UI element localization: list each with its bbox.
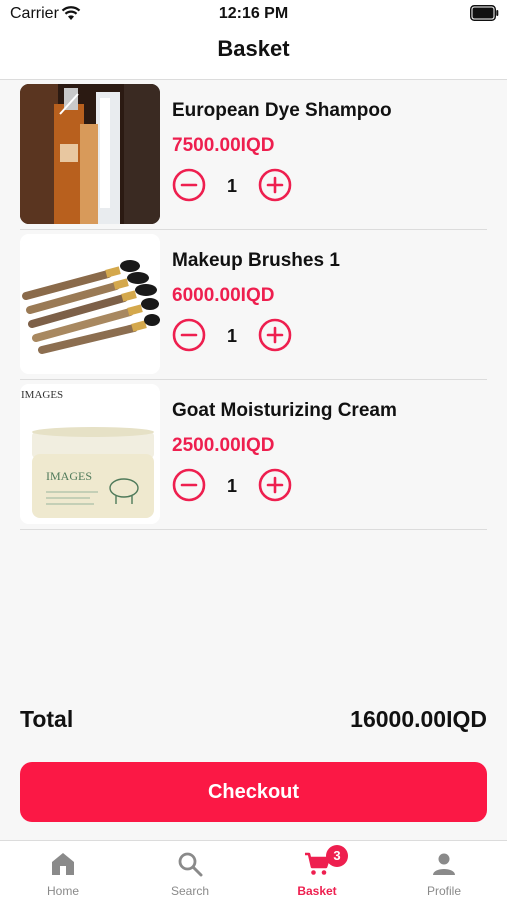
increase-quantity-button[interactable] (258, 168, 292, 202)
quantity-value: 1 (226, 476, 237, 496)
tab-basket[interactable]: 3 Basket (254, 841, 380, 900)
increase-quantity-button[interactable] (258, 318, 292, 352)
product-price: 6000.00IQD (172, 285, 275, 306)
total-value: 16000.00IQD (350, 706, 487, 732)
total-label: Total (20, 706, 74, 732)
status-bar: Carrier 12:16 PM (0, 0, 507, 28)
checkout-button[interactable]: Checkout (20, 762, 487, 822)
tab-label: Search (170, 884, 210, 898)
tab-search[interactable]: Search (127, 841, 253, 900)
home-icon (52, 853, 74, 875)
basket-item: European Dye Shampoo 7500.00IQD 1 (20, 80, 487, 230)
product-image-goat-cream[interactable]: IMAGES IMAGES (20, 384, 160, 524)
decrease-quantity-button[interactable] (172, 468, 206, 502)
basket-item: IMAGES IMAGES Goat Moisturizing Cream 25… (20, 380, 487, 530)
tab-label: Profile (426, 884, 461, 898)
product-name: European Dye Shampoo (172, 100, 392, 121)
tab-label: Home (46, 884, 79, 898)
battery-icon (470, 5, 499, 21)
tab-profile[interactable]: Profile (381, 841, 507, 900)
jar-label-text: IMAGES (46, 469, 92, 483)
product-price: 7500.00IQD (172, 135, 275, 156)
cart-count-badge: 3 (326, 845, 348, 867)
product-name: Makeup Brushes 1 (172, 250, 340, 271)
decrease-quantity-button[interactable] (172, 318, 206, 352)
tab-bar: Home Search 3 Basket Profile (0, 840, 507, 900)
product-price: 2500.00IQD (172, 435, 275, 456)
increase-quantity-button[interactable] (258, 468, 292, 502)
tab-home[interactable]: Home (0, 841, 126, 900)
product-image-makeup-brushes[interactable] (20, 234, 160, 374)
status-time: 12:16 PM (218, 5, 289, 22)
profile-icon (433, 853, 455, 875)
navigation-bar: Carrier 12:16 PM Basket (0, 0, 507, 80)
page-title: Basket (217, 36, 290, 61)
basket-screen: Carrier 12:16 PM Basket European Dye Sha… (0, 0, 507, 900)
basket-item: Makeup Brushes 1 6000.00IQD 1 (20, 230, 487, 380)
decrease-quantity-button[interactable] (172, 168, 206, 202)
quantity-value: 1 (226, 176, 237, 196)
product-name: Goat Moisturizing Cream (172, 400, 397, 421)
quantity-value: 1 (226, 326, 237, 346)
tab-label: Basket (297, 884, 337, 898)
search-icon (178, 852, 203, 877)
product-image-shampoo[interactable] (20, 84, 160, 224)
jar-brand-text: IMAGES (21, 389, 63, 401)
